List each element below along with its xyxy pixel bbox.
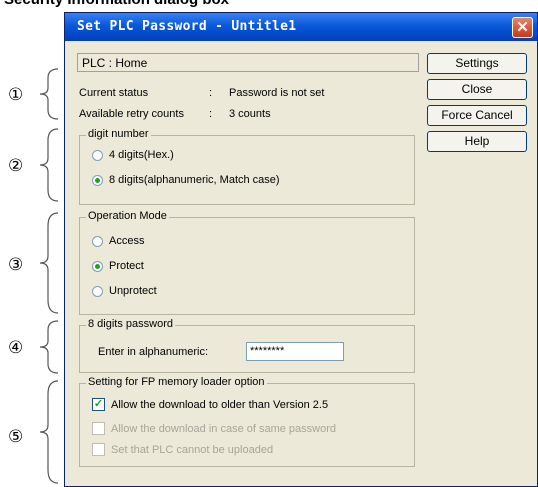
mode-option-label: Unprotect	[109, 285, 157, 297]
brace-5	[39, 380, 59, 484]
current-status-separator: :	[209, 87, 213, 99]
page-heading: Security Information dialog box	[4, 0, 229, 8]
dialog-title: Set PLC Password - Untitle1	[77, 19, 297, 34]
brace-4	[39, 320, 59, 374]
loader-option-legend: Setting for FP memory loader option	[86, 376, 267, 388]
brace-3	[39, 212, 59, 314]
force-cancel-button[interactable]: Force Cancel	[427, 105, 527, 126]
digit-option-label: 8 digits(alphanumeric, Match case)	[109, 174, 280, 186]
help-button[interactable]: Help	[427, 131, 527, 152]
marker-3: ③	[8, 255, 24, 274]
mode-option-protect[interactable]: Protect	[92, 260, 144, 272]
radio-unselected[interactable]	[92, 149, 103, 161]
retry-count-label: Available retry counts	[79, 108, 184, 120]
brace-1	[39, 68, 59, 120]
digit-option-4-hex[interactable]: 4 digits(Hex.)	[92, 149, 174, 161]
digit-number-legend: digit number	[86, 128, 151, 140]
radio-unselected[interactable]	[92, 235, 103, 247]
retry-count-separator: :	[209, 108, 213, 120]
checkbox-unchecked	[92, 443, 105, 456]
loader-option-label: Allow the download to older than Version…	[111, 398, 329, 411]
marker-5: ⑤	[8, 427, 24, 446]
digit-number-group: digit number 4 digits(Hex.) 8 digits(alp…	[79, 128, 415, 205]
marker-4: ④	[8, 338, 24, 357]
password-input[interactable]: ********	[246, 342, 344, 361]
checkbox-checked[interactable]: ✓	[92, 398, 105, 411]
checkbox-unchecked	[92, 422, 105, 435]
brace-2	[39, 128, 59, 202]
set-plc-password-dialog: Set PLC Password - Untitle1 ✕ PLC : Home…	[64, 12, 538, 487]
loader-option-label: Allow the download in case of same passw…	[111, 422, 337, 435]
loader-option-group: Setting for FP memory loader option ✓ Al…	[79, 376, 415, 467]
settings-button[interactable]: Settings	[427, 53, 527, 74]
plc-name-field: PLC : Home	[77, 53, 419, 72]
radio-unselected[interactable]	[92, 285, 103, 297]
operation-mode-legend: Operation Mode	[86, 210, 169, 222]
allow-same-password-option: Allow the download in case of same passw…	[92, 422, 336, 435]
marker-1: ①	[8, 85, 24, 104]
mode-option-label: Access	[109, 235, 145, 247]
password-group: 8 digits password Enter in alphanumeric:…	[79, 318, 415, 373]
digit-option-label: 4 digits(Hex.)	[109, 149, 174, 161]
radio-selected[interactable]	[92, 174, 103, 186]
mode-option-unprotect[interactable]: Unprotect	[92, 285, 157, 297]
marker-2: ②	[8, 156, 24, 175]
digit-option-8-alphanumeric[interactable]: 8 digits(alphanumeric, Match case)	[92, 174, 280, 186]
loader-option-label: Set that PLC cannot be uploaded	[111, 443, 274, 456]
title-bar[interactable]: Set PLC Password - Untitle1 ✕	[65, 13, 537, 41]
operation-mode-group: Operation Mode Access Protect Unprotect	[79, 210, 415, 315]
current-status-label: Current status	[79, 87, 149, 99]
password-legend: 8 digits password	[86, 318, 175, 330]
current-status-value: Password is not set	[229, 87, 325, 99]
allow-older-version-option[interactable]: ✓ Allow the download to older than Versi…	[92, 398, 328, 411]
close-button[interactable]: Close	[427, 79, 527, 100]
password-label: Enter in alphanumeric:	[98, 346, 209, 358]
close-icon: ✕	[516, 19, 529, 36]
prevent-upload-option: Set that PLC cannot be uploaded	[92, 443, 273, 456]
close-window-button[interactable]: ✕	[512, 17, 533, 38]
mode-option-access[interactable]: Access	[92, 235, 144, 247]
mode-option-label: Protect	[109, 260, 144, 272]
radio-selected[interactable]	[92, 260, 103, 272]
retry-count-value: 3 counts	[229, 108, 271, 120]
